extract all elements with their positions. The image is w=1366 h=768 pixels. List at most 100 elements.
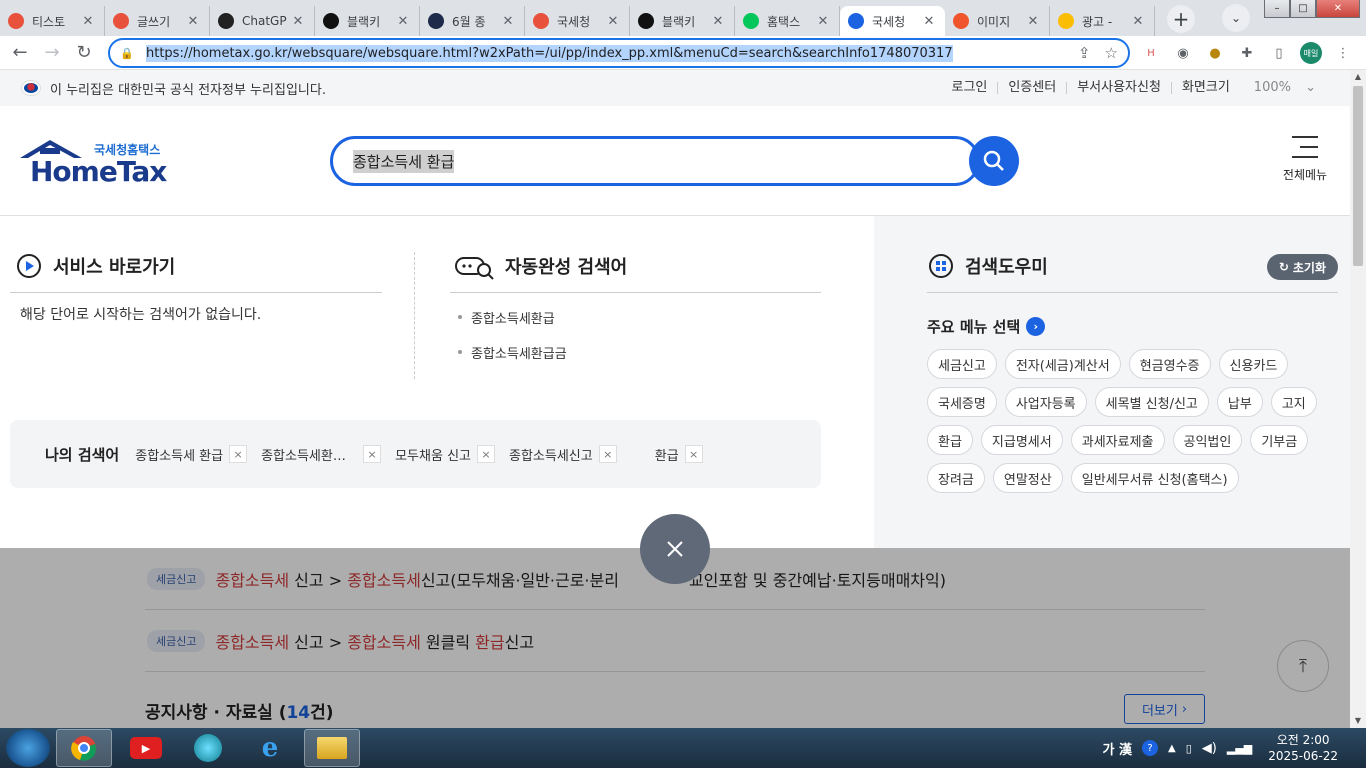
browser-tab[interactable]: 블랙키 ✕ bbox=[630, 6, 735, 36]
browser-tab[interactable]: 글쓰기 ✕ bbox=[105, 6, 210, 36]
keyword-text[interactable]: 종합소득세 환급 bbox=[135, 445, 223, 464]
network-icon[interactable]: ▯ bbox=[1186, 742, 1192, 755]
tab-search-icon[interactable]: ⌄ bbox=[1222, 4, 1250, 32]
autocomplete-item[interactable]: 종합소득세환급금 bbox=[458, 343, 567, 362]
my-keyword[interactable]: 종합소득세 환급 × bbox=[135, 445, 248, 464]
menu-chip[interactable]: 전자(세금)계산서 bbox=[1004, 349, 1121, 379]
forward-icon[interactable]: → bbox=[36, 37, 68, 69]
browser-tab[interactable]: 광고 - ✕ bbox=[1050, 6, 1155, 36]
ie-taskbar-icon[interactable]: e bbox=[242, 729, 298, 767]
url-text[interactable]: https://hometax.go.kr/websquare/websquar… bbox=[146, 44, 953, 62]
tab-close-icon[interactable]: ✕ bbox=[815, 14, 831, 29]
chrome-taskbar-icon[interactable] bbox=[56, 729, 112, 767]
tab-close-icon[interactable]: ✕ bbox=[185, 14, 201, 29]
tray-arrow-icon[interactable]: ▲ bbox=[1168, 743, 1176, 754]
browser-tab[interactable]: 6월 종 ✕ bbox=[420, 6, 525, 36]
reload-icon[interactable]: ↻ bbox=[68, 37, 100, 69]
bookmark-star-icon[interactable]: ☆ bbox=[1105, 44, 1118, 62]
browser-tab[interactable]: 블랙키 ✕ bbox=[315, 6, 420, 36]
menu-chip[interactable]: 세금신고 bbox=[927, 349, 997, 379]
app-taskbar-icon[interactable] bbox=[180, 729, 236, 767]
menu-chip[interactable]: 세목별 신청/신고 bbox=[1094, 387, 1209, 417]
browser-tab[interactable]: 국세청 ✕ bbox=[840, 6, 945, 36]
menu-chip[interactable]: 사업자등록 bbox=[1004, 387, 1087, 417]
browser-tab[interactable]: 이미지 ✕ bbox=[945, 6, 1050, 36]
profile-avatar[interactable]: 매일 bbox=[1300, 42, 1322, 64]
menu-chip[interactable]: 환급 bbox=[927, 425, 973, 455]
tab-close-icon[interactable]: ✕ bbox=[80, 14, 96, 29]
new-tab-button[interactable]: + bbox=[1167, 5, 1195, 33]
keyword-text[interactable]: 종합소득세신고 bbox=[509, 445, 593, 464]
hashtag-extension-icon[interactable]: H bbox=[1140, 42, 1162, 64]
dept-user-link[interactable]: 부서사용자신청 bbox=[1066, 81, 1171, 94]
login-link[interactable]: 로그인 bbox=[941, 81, 997, 94]
maximize-button[interactable]: □ bbox=[1290, 0, 1316, 18]
share-icon[interactable]: ⇪ bbox=[1078, 44, 1091, 62]
menu-chip[interactable]: 공익법인 bbox=[1172, 425, 1243, 455]
remove-keyword-icon[interactable]: × bbox=[363, 445, 382, 463]
menu-chip[interactable]: 기부금 bbox=[1250, 425, 1309, 455]
side-panel-icon[interactable]: ▯ bbox=[1268, 42, 1290, 64]
menu-chip[interactable]: 현금영수증 bbox=[1128, 349, 1211, 379]
search-button[interactable] bbox=[969, 136, 1019, 186]
menu-chip[interactable]: 지급명세서 bbox=[980, 425, 1063, 455]
remove-keyword-icon[interactable]: × bbox=[598, 445, 617, 463]
keyword-text[interactable]: 종합소득세환… bbox=[261, 445, 357, 464]
all-menu-button[interactable]: 전체메뉴 bbox=[1280, 136, 1330, 183]
menu-chip[interactable]: 과세자료제출 bbox=[1070, 425, 1165, 455]
ime-indicator[interactable]: 가 漢 bbox=[1103, 739, 1133, 758]
lock-icon[interactable]: 🔒 bbox=[120, 47, 134, 60]
browser-tab[interactable]: ChatGP ✕ bbox=[210, 6, 315, 36]
camera-extension-icon[interactable]: ◉ bbox=[1172, 42, 1194, 64]
browser-tab[interactable]: 홈택스 ✕ bbox=[735, 6, 840, 36]
volume-icon[interactable]: ◀) bbox=[1202, 741, 1217, 756]
hometax-logo[interactable]: 국세청홈택스 HomeTax bbox=[20, 138, 170, 188]
remove-keyword-icon[interactable]: × bbox=[477, 445, 495, 463]
tab-close-icon[interactable]: ✕ bbox=[290, 14, 306, 29]
clock[interactable]: 오전 2:00 2025-06-22 bbox=[1268, 732, 1338, 764]
remove-keyword-icon[interactable]: × bbox=[684, 445, 703, 463]
scroll-up-arrow-icon[interactable]: ▲ bbox=[1350, 70, 1366, 84]
back-icon[interactable]: ← bbox=[4, 37, 36, 69]
menu-chip[interactable]: 장려금 bbox=[927, 463, 985, 493]
tab-close-icon[interactable]: ✕ bbox=[500, 14, 516, 29]
menu-chip[interactable]: 납부 bbox=[1216, 387, 1263, 417]
more-menu-icon[interactable]: ⋮ bbox=[1332, 42, 1354, 64]
close-search-button[interactable] bbox=[640, 514, 710, 584]
scrollbar-thumb[interactable] bbox=[1353, 86, 1363, 266]
cert-center-link[interactable]: 인증센터 bbox=[997, 81, 1066, 94]
tab-close-icon[interactable]: ✕ bbox=[395, 14, 411, 29]
tab-close-icon[interactable]: ✕ bbox=[1025, 14, 1041, 29]
page-scrollbar[interactable]: ▲ ▼ bbox=[1350, 70, 1366, 728]
circle-extension-icon[interactable]: ● bbox=[1204, 42, 1226, 64]
autocomplete-item[interactable]: 종합소득세환급 bbox=[458, 308, 567, 327]
folder-taskbar-icon[interactable] bbox=[304, 729, 360, 767]
start-button[interactable] bbox=[6, 729, 50, 767]
keyword-text[interactable]: 모두채움 신고 bbox=[395, 445, 471, 464]
my-keyword[interactable]: 모두채움 신고 × bbox=[395, 445, 495, 464]
browser-tab[interactable]: 티스토 ✕ bbox=[0, 6, 105, 36]
menu-chip[interactable]: 고지 bbox=[1270, 387, 1317, 417]
reset-button[interactable]: ↻ 초기화 bbox=[1266, 254, 1338, 280]
menu-chip[interactable]: 연말정산 bbox=[992, 463, 1063, 493]
zoom-select[interactable]: 100% ⌄ bbox=[1240, 81, 1326, 94]
address-bar[interactable]: 🔒 https://hometax.go.kr/websquare/websqu… bbox=[108, 38, 1130, 68]
keyword-text[interactable]: 환급 bbox=[655, 445, 679, 464]
menu-chip[interactable]: 일반세무서류 신청(홈택스) bbox=[1070, 463, 1239, 493]
tab-close-icon[interactable]: ✕ bbox=[921, 14, 937, 29]
puzzle-extensions-icon[interactable]: ✚ bbox=[1236, 42, 1258, 64]
search-input[interactable]: 종합소득세 환급 bbox=[330, 136, 980, 186]
tab-close-icon[interactable]: ✕ bbox=[710, 14, 726, 29]
minimize-button[interactable]: – bbox=[1264, 0, 1290, 18]
remove-keyword-icon[interactable]: × bbox=[229, 445, 248, 463]
chevron-right-circle-icon[interactable]: › bbox=[1026, 317, 1046, 336]
my-keyword[interactable]: 종합소득세신고 × bbox=[509, 445, 617, 464]
my-keyword[interactable]: 종합소득세환… × bbox=[261, 445, 382, 464]
menu-chip[interactable]: 신용카드 bbox=[1218, 349, 1289, 379]
window-close-button[interactable]: ✕ bbox=[1316, 0, 1360, 18]
browser-tab[interactable]: 국세청 ✕ bbox=[525, 6, 630, 36]
scroll-down-arrow-icon[interactable]: ▼ bbox=[1350, 714, 1366, 728]
signal-icon[interactable]: ▂▄▆ bbox=[1227, 742, 1252, 755]
menu-chip[interactable]: 국세증명 bbox=[927, 387, 997, 417]
tab-close-icon[interactable]: ✕ bbox=[605, 14, 621, 29]
